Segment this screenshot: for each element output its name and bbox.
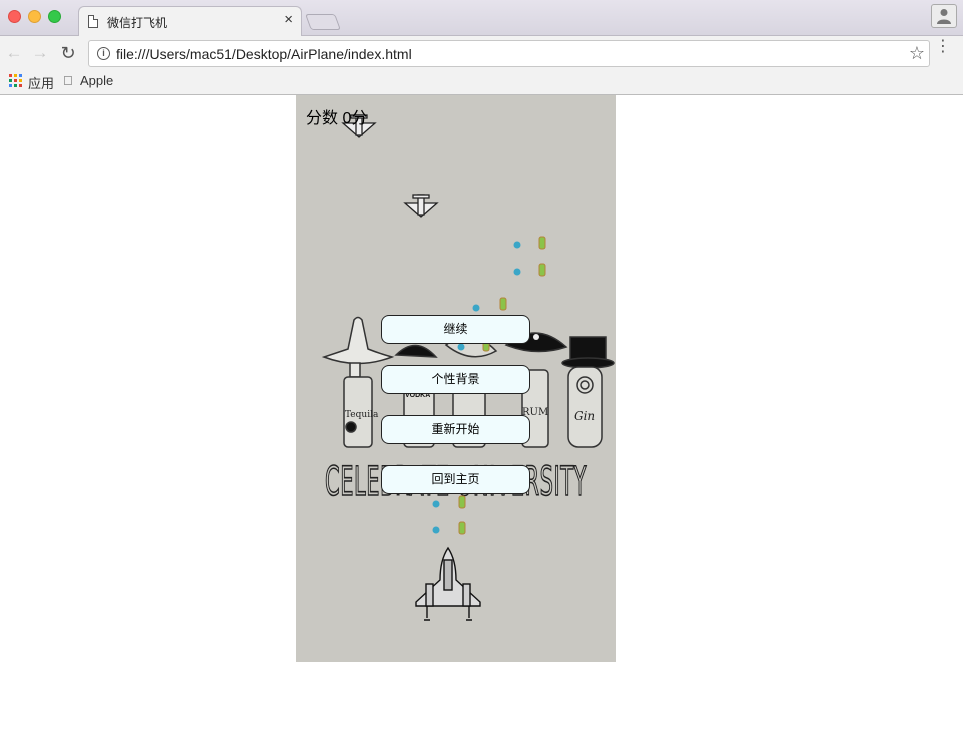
address-bar[interactable]: i file:///Users/mac51/Desktop/AirPlane/i… [88, 40, 930, 67]
browser-menu-button[interactable]: ⋮ [935, 39, 951, 55]
game-canvas[interactable]: Tequila VODKA RUM Gin CELEBRATE UNI [296, 95, 616, 662]
gin-bottle-icon [561, 336, 615, 448]
title-bar: 微信打飞机 × [0, 0, 963, 37]
person-icon [937, 9, 951, 24]
zoom-window-button[interactable] [48, 10, 61, 23]
bookmark-apps[interactable]: 应用 [28, 73, 54, 92]
bookmark-star-icon[interactable]: ☆ [909, 43, 925, 64]
tab-close-button[interactable]: × [284, 11, 293, 28]
bottle-label-tequila: Tequila [345, 410, 379, 420]
profile-button[interactable] [931, 4, 957, 28]
home-button[interactable]: 回到主页 [381, 465, 530, 494]
enemy-plane-icon [403, 194, 439, 218]
score-display: 分数 0分 [306, 110, 368, 127]
minimize-window-button[interactable] [28, 10, 41, 23]
forward-button[interactable]: → [30, 43, 50, 63]
bookmark-apple[interactable]: Apple [80, 73, 113, 88]
player-plane-icon [415, 546, 481, 621]
back-button[interactable]: ← [4, 43, 24, 63]
apple-icon:  [63, 73, 73, 88]
custom-background-button[interactable]: 个性背景 [381, 365, 530, 394]
bookmarks-bar: 应用  Apple [0, 70, 963, 95]
apps-grid-icon[interactable] [9, 74, 22, 87]
close-window-button[interactable] [8, 10, 21, 23]
reload-button[interactable]: ↻ [58, 43, 78, 63]
tab-title: 微信打飞机 [107, 16, 168, 30]
document-icon [88, 15, 98, 28]
restart-button[interactable]: 重新开始 [381, 415, 530, 444]
continue-button[interactable]: 继续 [381, 315, 530, 344]
bottle-label-gin: Gin [574, 409, 595, 423]
browser-tab[interactable]: 微信打飞机 × [78, 6, 302, 37]
info-icon[interactable]: i [97, 47, 110, 60]
navigation-toolbar: ← → ↻ i file:///Users/mac51/Desktop/AirP… [0, 36, 963, 70]
url-text[interactable]: file:///Users/mac51/Desktop/AirPlane/ind… [116, 46, 412, 62]
new-tab-button[interactable] [305, 14, 341, 30]
